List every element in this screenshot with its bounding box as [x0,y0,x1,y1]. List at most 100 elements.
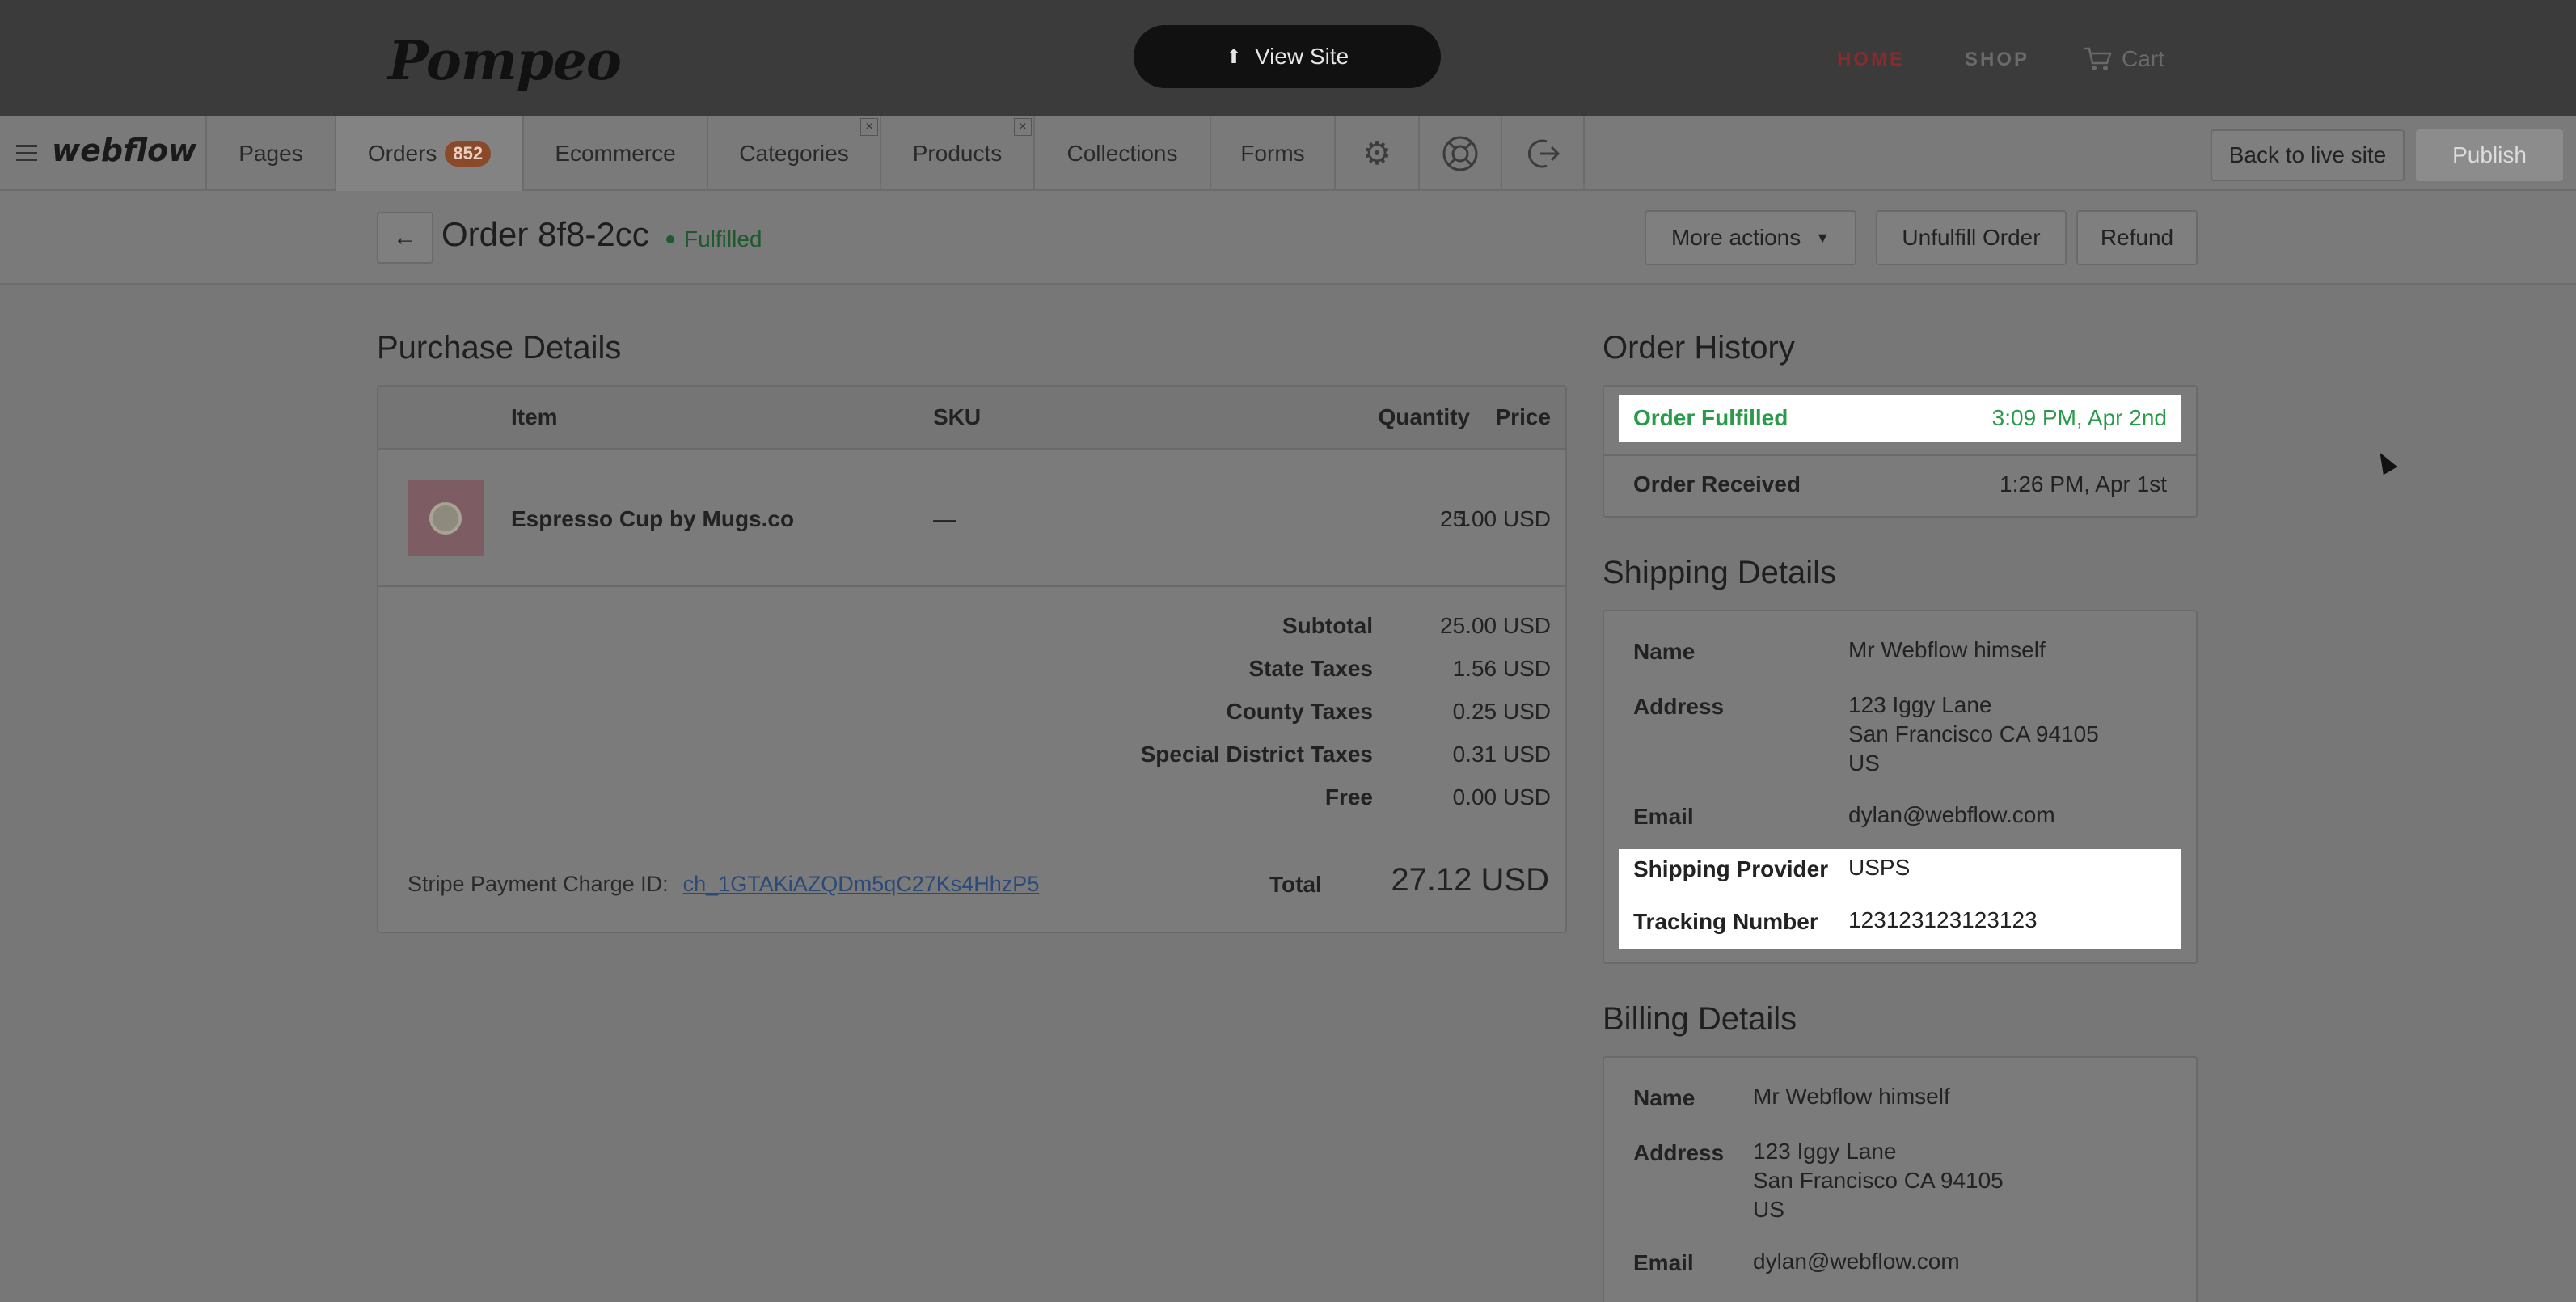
stripe-charge: Stripe Payment Charge ID: ch_1GTAKiAZQDm5… [408,872,1039,897]
tab-collections[interactable]: Collections [1033,116,1210,191]
nav-home-link[interactable]: HOME [1837,49,1905,71]
subtotal-label: Subtotal [1282,613,1373,638]
shipping-provider-label: Shipping Provider [1633,856,1829,881]
history-event: Order Fulfilled 3:09 PM, Apr 2nd [1619,395,2181,442]
view-site-button[interactable]: ⬆ View Site [1134,25,1441,88]
cart-icon [2084,47,2112,70]
site-header: Pompeo ⬆ View Site HOME SHOP Cart [0,0,2576,116]
product-thumbnail [408,480,484,556]
billing-email-value: dylan@webflow.com [1753,1249,1960,1274]
arrow-left-icon: ← [393,224,417,251]
stripe-charge-link[interactable]: ch_1GTAKiAZQDm5qC27Ks4HhzP5 [683,872,1040,896]
billing-email-label: Email [1633,1250,1694,1275]
close-icon[interactable]: × [860,118,878,136]
caret-down-icon: ▼ [1815,229,1831,246]
tab-categories[interactable]: Categories × [707,116,880,191]
unfulfill-order-button[interactable]: Unfulfill Order [1876,210,2067,265]
history-event-time: 3:09 PM, Apr 2nd [1991,405,2167,430]
county-taxes-label: County Taxes [1226,699,1373,724]
history-event-label: Order Received [1633,471,1801,497]
special-district-taxes-label: Special District Taxes [1140,742,1373,767]
total-label: Total [1269,872,1322,897]
tab-products[interactable]: Products × [880,116,1033,191]
column-price: Price [1495,404,1552,429]
tab-orders[interactable]: Orders 852 [335,116,522,191]
refund-button[interactable]: Refund [2076,210,2198,265]
more-actions-dropdown[interactable]: More actions ▼ [1645,210,1856,265]
item-name: Espresso Cup by Mugs.co [511,506,795,531]
billing-details-card: Name Mr Webflow himself Address 123 Iggy… [1603,1056,2198,1302]
history-event-label: Order Fulfilled [1633,405,1788,430]
county-taxes-value: 0.25 USD [1452,699,1551,724]
purchase-details-card: Item SKU Quantity Price Espresso Cup by … [377,385,1567,933]
close-icon[interactable]: × [1014,118,1032,136]
back-button[interactable]: ← [377,212,433,264]
site-logo[interactable]: Pompeo [388,29,622,92]
billing-name-label: Name [1633,1085,1696,1110]
exit-tab[interactable] [1501,116,1585,191]
arrow-up-icon: ⬆ [1225,45,1242,68]
total-value: 27.12 USD [1391,862,1549,898]
shipping-free-value: 0.00 USD [1452,784,1551,810]
order-history-card: Order Fulfilled 3:09 PM, Apr 2nd Order R… [1603,385,2198,518]
billing-address-line2: San Francisco CA 94105 [1753,1168,2004,1193]
billing-address-line3: US [1753,1197,1784,1222]
tab-forms-label: Forms [1240,141,1305,166]
nav-cart-link[interactable]: Cart [2083,45,2164,73]
shipping-name-label: Name [1633,639,1696,664]
shipping-email-value: dylan@webflow.com [1848,802,2055,827]
back-to-live-site-button[interactable]: Back to live site [2211,129,2405,181]
status-badge: Fulfilled [666,226,762,252]
orders-count-badge: 852 [445,141,492,167]
special-district-taxes-value: 0.31 USD [1452,742,1551,767]
state-taxes-label: State Taxes [1248,656,1373,681]
gear-icon: ⚙ [1362,136,1391,171]
shipping-details-card: Name Mr Webflow himself Address 123 Iggy… [1603,610,2198,964]
billing-address-label: Address [1633,1140,1725,1165]
status-dot-icon [666,235,674,243]
tab-products-label: Products [912,141,1003,166]
shipping-address-line3: US [1848,750,1880,776]
help-tab[interactable] [1418,116,1501,191]
order-header: ← Order 8f8-2cc Fulfilled More actions ▼… [0,191,2576,285]
editor-toolbar: webflow Pages Orders 852 Ecommerce Categ… [0,116,2576,191]
tab-forms[interactable]: Forms [1210,116,1334,191]
tab-collections-label: Collections [1066,141,1178,166]
shipping-address-line1: 123 Iggy Lane [1848,692,1992,717]
mouse-cursor-icon [2372,448,2398,476]
nav-shop-link[interactable]: SHOP [1965,49,2029,71]
order-history-heading: Order History [1603,330,1795,366]
shipping-address-label: Address [1633,694,1725,719]
history-event-time: 1:26 PM, Apr 1st [2000,471,2167,497]
shipping-free-label: Free [1324,784,1373,810]
order-title: Order 8f8-2cc [441,215,649,253]
publish-button[interactable]: Publish [2416,129,2563,181]
menu-icon[interactable] [16,142,37,163]
exit-icon [1528,139,1560,168]
billing-address-line1: 123 Iggy Lane [1753,1139,1897,1164]
webflow-logo[interactable]: webflow [52,133,196,168]
tab-pages[interactable]: Pages [205,116,335,191]
tracking-number-value: 123123123123123 [1848,907,2038,932]
subtotal-value: 25.00 USD [1440,613,1551,638]
more-actions-label: More actions [1670,225,1801,250]
purchase-details-heading: Purchase Details [377,330,622,366]
view-site-label: View Site [1254,44,1349,69]
item-price: 25.00 USD [1440,506,1551,531]
column-item: Item [511,404,558,429]
shipping-email-label: Email [1633,804,1694,829]
table-row[interactable]: Espresso Cup by Mugs.co — 1 25.00 USD [378,450,1565,587]
tab-ecommerce[interactable]: Ecommerce [522,116,707,191]
history-event: Order Received 1:26 PM, Apr 1st [1619,461,2181,508]
settings-tab[interactable]: ⚙ [1334,116,1418,191]
shipping-details-heading: Shipping Details [1603,555,1837,590]
column-sku: SKU [933,404,982,429]
billing-name-value: Mr Webflow himself [1753,1084,1950,1109]
tracking-number-label: Tracking Number [1633,909,1818,934]
tab-pages-label: Pages [239,141,303,166]
cart-label: Cart [2122,46,2164,71]
shipping-provider-value: USPS [1848,855,1911,880]
table-header: Item SKU Quantity Price [378,387,1565,450]
status-label: Fulfilled [684,226,762,252]
item-sku: — [933,506,956,531]
